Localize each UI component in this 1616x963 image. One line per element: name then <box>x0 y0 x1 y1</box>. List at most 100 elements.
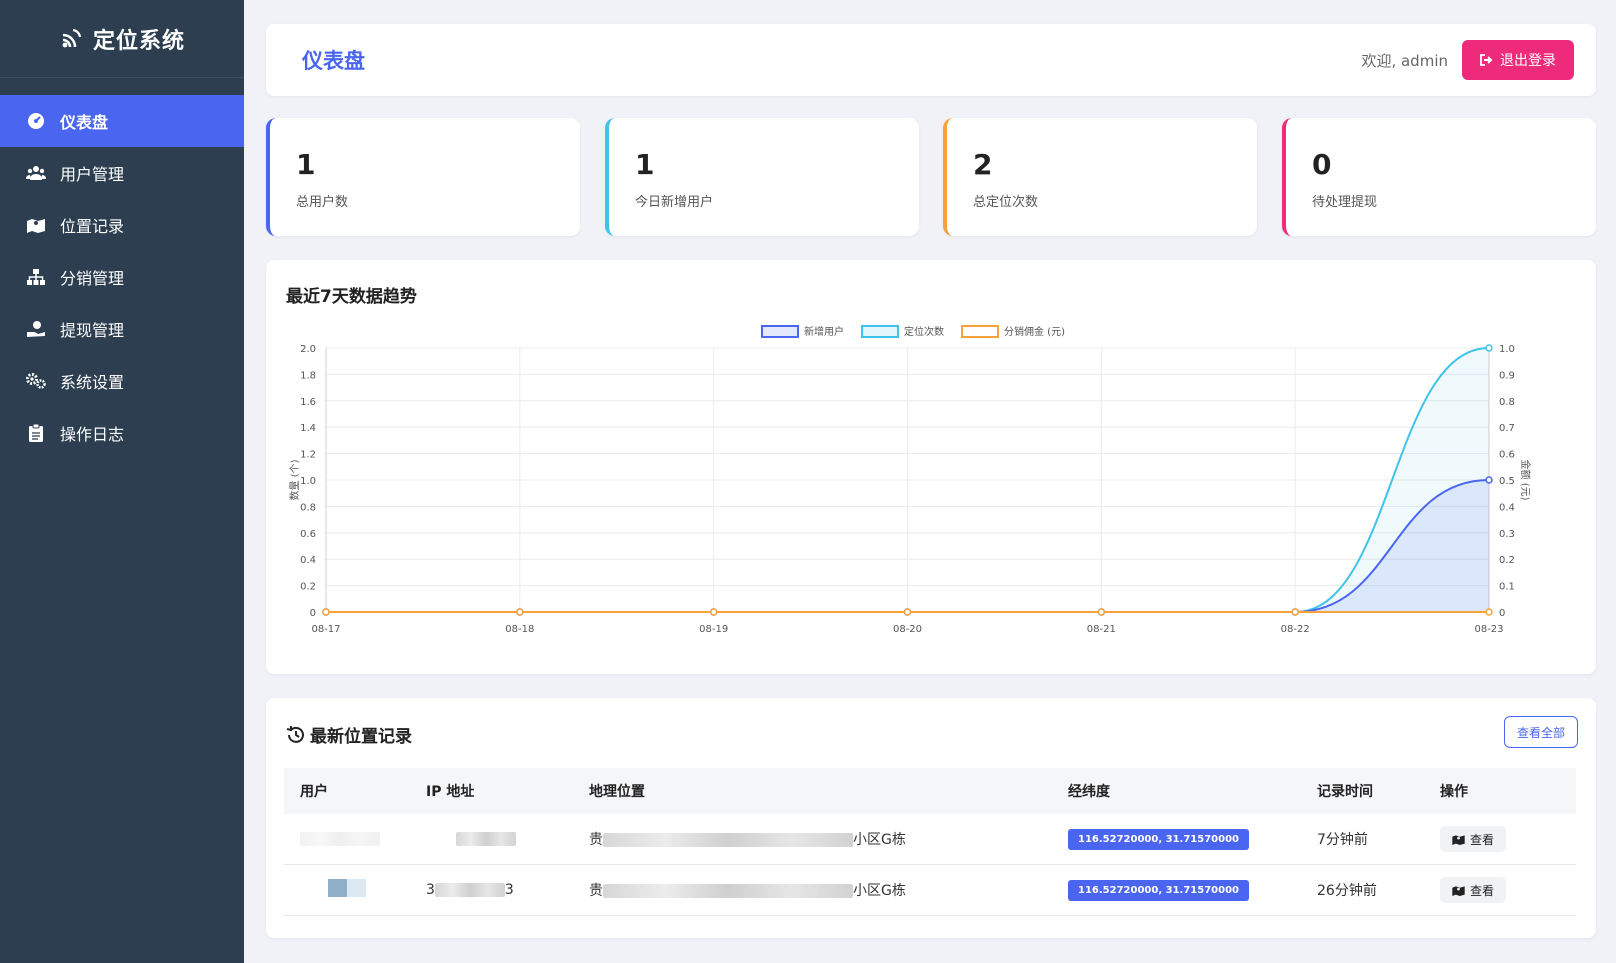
y-tick-label: 1.6 <box>300 397 316 408</box>
sidebar-item-dashboard[interactable]: 仪表盘 <box>0 95 244 147</box>
x-tick-label: 08-20 <box>893 624 922 635</box>
legend-label: 定位次数 <box>904 325 944 338</box>
page-title: 仪表盘 <box>302 49 365 73</box>
column-header: 用户 <box>300 784 328 800</box>
column-header: 操作 <box>1440 784 1468 800</box>
table-header: 用户 IP 地址 地理位置 经纬度 记录时间 操作 <box>284 768 1576 814</box>
y2-tick-label: 0.1 <box>1499 582 1515 593</box>
y2-tick-label: 0.7 <box>1499 423 1515 434</box>
time-cell: 7分钟前 <box>1317 832 1368 848</box>
redacted-block <box>300 832 380 846</box>
data-point <box>1485 476 1493 484</box>
view-button[interactable]: 查看 <box>1440 877 1507 903</box>
coords-cell: 116.52720000, 31.71570000 <box>1068 879 1317 901</box>
logout-button[interactable]: 退出登录 <box>1462 40 1574 80</box>
column-header: 地理位置 <box>589 784 645 800</box>
legend-swatch <box>961 325 999 338</box>
location-suffix: 小区G栋 <box>853 832 906 848</box>
action-cell: 查看 <box>1440 826 1576 852</box>
gears-icon <box>26 371 46 391</box>
legend-label: 新增用户 <box>804 325 844 338</box>
trend-chart: 0 0.2 0.4 0.6 0.8 1.0 1.2 1.4 1.6 1.8 2.0 0 0.1 0.2 0.… <box>288 325 1532 635</box>
legend-swatch <box>861 325 899 338</box>
y2-tick-label: 0.2 <box>1499 555 1515 566</box>
users-icon <box>26 163 46 183</box>
location-prefix: 贵 <box>589 832 603 848</box>
data-point <box>709 608 718 616</box>
logout-label: 退出登录 <box>1500 53 1556 69</box>
sidebar: 定位系统 仪表盘 用户管理 位置记录 分销管理 提现管理 系统设置 操作日志 <box>0 0 244 963</box>
stat-label: 总用户数 <box>296 195 349 210</box>
y2-tick-label: 0.4 <box>1499 502 1515 513</box>
sidebar-item-users[interactable]: 用户管理 <box>0 147 244 199</box>
stat-card-total-users: 1 总用户数 <box>266 118 580 236</box>
data-point <box>516 608 524 616</box>
stat-label: 今日新增用户 <box>635 195 714 210</box>
location-cell: 贵 小区G栋 <box>589 880 1068 900</box>
y2-tick-label: 0.8 <box>1499 397 1515 408</box>
sidebar-item-distribution[interactable]: 分销管理 <box>0 251 244 303</box>
y2-tick-label: 0.6 <box>1499 450 1515 461</box>
records-table: 用户 IP 地址 地理位置 经纬度 记录时间 操作 贵小区G栋 116.5272… <box>284 768 1576 916</box>
y2-tick-label: 0.9 <box>1499 370 1515 381</box>
sidebar-item-locations[interactable]: 位置记录 <box>0 199 244 251</box>
map-icon <box>26 215 46 235</box>
stat-label: 待处理提现 <box>1312 195 1378 210</box>
x-tick-label: 08-19 <box>699 624 728 635</box>
y-tick-label: 1.0 <box>300 476 316 487</box>
ip-cell <box>426 831 589 847</box>
sidebar-item-logs[interactable]: 操作日志 <box>0 407 244 459</box>
ip-suffix: 3 <box>504 882 514 898</box>
table-row: 贵 小区G栋 116.52720000, 31.71570000 7分钟前 查看 <box>284 814 1576 865</box>
redacted-block <box>603 884 853 898</box>
y2-tick-label: 1.0 <box>1499 344 1515 355</box>
redacted-block <box>434 883 505 897</box>
table-row: 33 贵 小区G栋 116.52720000, 31.71570000 26分钟前… <box>284 865 1576 916</box>
y-tick-label: 0 <box>310 608 316 619</box>
x-tick-label: 08-23 <box>1474 624 1503 635</box>
y-tick-label: 0.2 <box>300 582 316 593</box>
x-tick-label: 08-18 <box>505 624 534 635</box>
user-cell <box>284 831 426 847</box>
y-tick-label: 1.8 <box>300 370 316 381</box>
header-bar: 仪表盘 欢迎, admin 退出登录 <box>266 24 1596 96</box>
data-point <box>903 608 912 616</box>
sidebar-item-settings[interactable]: 系统设置 <box>0 355 244 407</box>
sidebar-item-label: 提现管理 <box>60 321 125 340</box>
clipboard-icon <box>26 423 46 443</box>
dashboard-icon <box>26 111 46 131</box>
stat-value: 2 <box>973 148 993 181</box>
records-title: 最新位置记录 <box>286 722 412 747</box>
sidebar-item-withdrawals[interactable]: 提现管理 <box>0 303 244 355</box>
location-prefix: 贵 <box>589 883 603 899</box>
view-all-button[interactable]: 查看全部 <box>1503 716 1578 748</box>
ip-cell: 33 <box>426 882 589 898</box>
location-suffix: 小区G栋 <box>853 883 906 899</box>
view-button[interactable]: 查看 <box>1440 826 1507 852</box>
y-tick-label: 1.2 <box>300 450 316 461</box>
time-cell: 26分钟前 <box>1317 883 1377 899</box>
map-icon <box>1452 834 1465 845</box>
x-tick-label: 08-17 <box>311 624 340 635</box>
data-point <box>322 608 330 616</box>
view-button-label: 查看 <box>1470 832 1495 847</box>
y-tick-label: 0.4 <box>300 555 316 566</box>
y2-tick-label: 0.3 <box>1499 529 1515 540</box>
history-icon <box>286 725 304 743</box>
sidebar-item-label: 操作日志 <box>60 425 125 444</box>
y-tick-label: 2.0 <box>300 344 316 355</box>
brand-name: 定位系统 <box>92 28 185 54</box>
coords-badge: 116.52720000, 31.71570000 <box>1068 828 1249 850</box>
x-tick-label: 08-21 <box>1087 624 1116 635</box>
map-icon <box>1452 885 1465 896</box>
data-point <box>1485 344 1493 352</box>
stat-card-withdrawals: 0 待处理提现 <box>1282 118 1596 236</box>
legend-label: 分销佣金 (元) <box>1004 325 1065 338</box>
brand[interactable]: 定位系统 <box>0 0 244 78</box>
redacted-block <box>603 833 853 847</box>
sidebar-nav: 仪表盘 用户管理 位置记录 分销管理 提现管理 系统设置 操作日志 <box>0 95 244 459</box>
sidebar-item-label: 位置记录 <box>60 217 125 236</box>
data-point <box>1485 608 1493 616</box>
records-title-text: 最新位置记录 <box>310 727 412 747</box>
data-point <box>1097 608 1106 616</box>
